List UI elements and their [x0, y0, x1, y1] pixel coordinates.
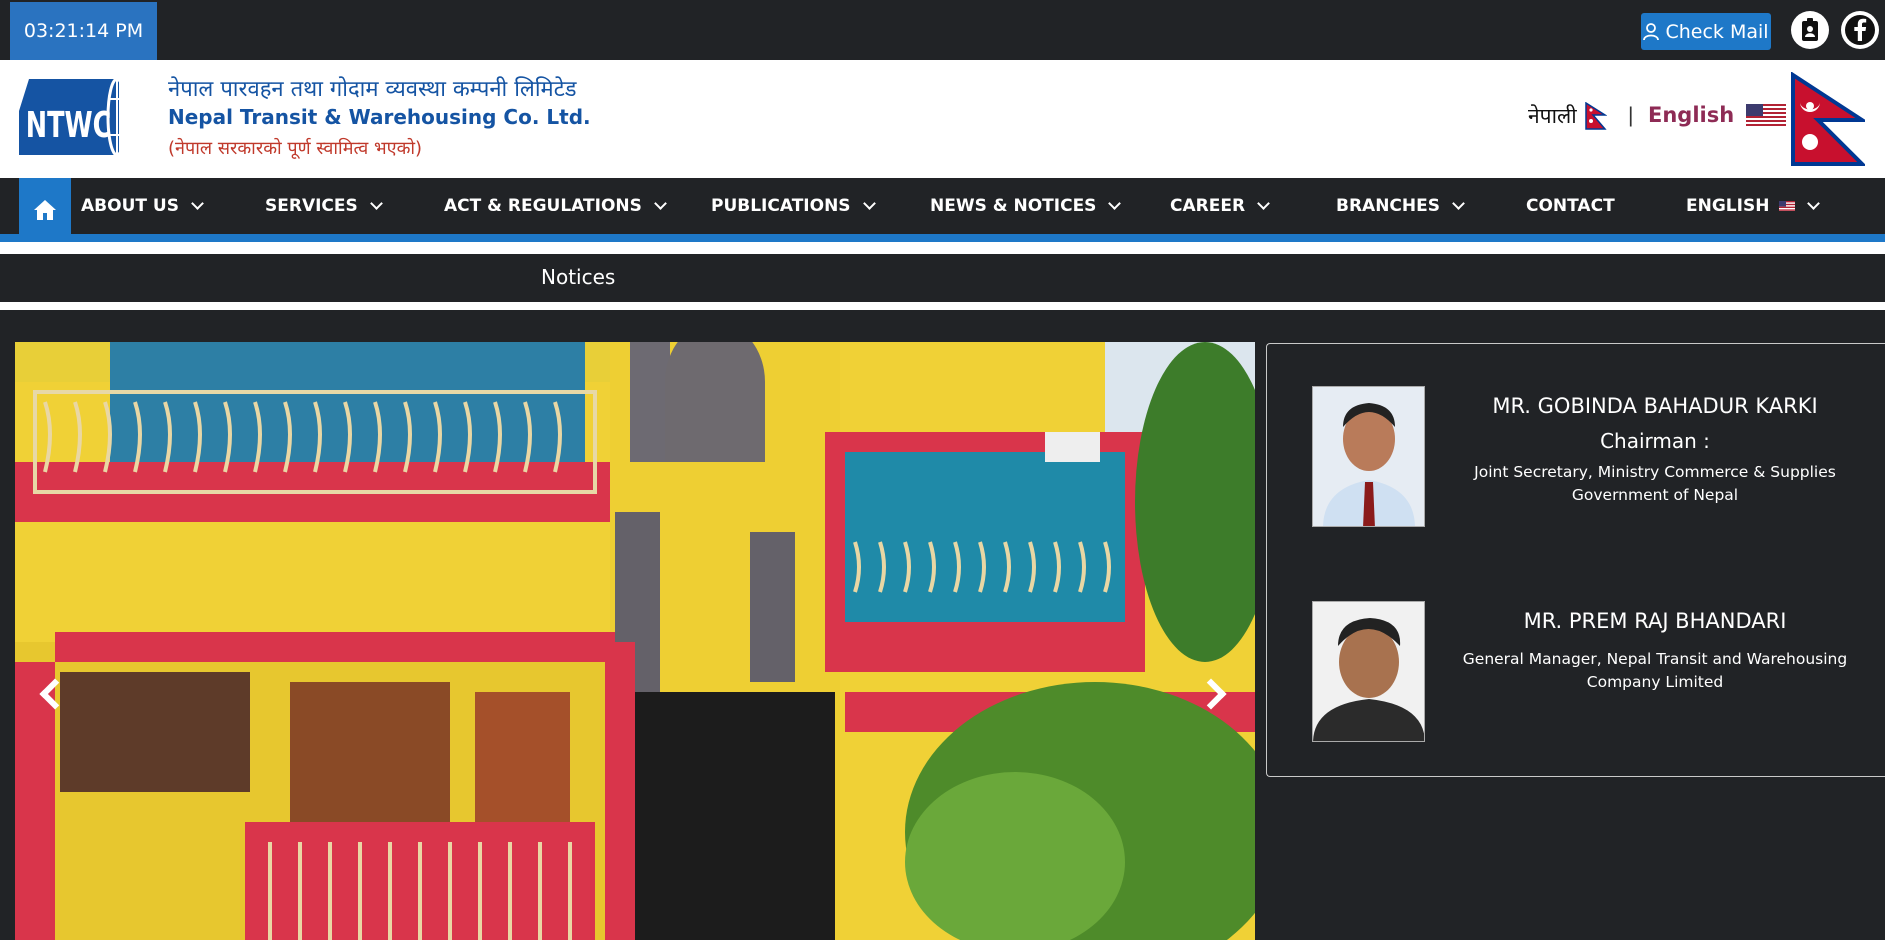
chevron-left-icon [39, 678, 71, 710]
chevron-down-icon [191, 197, 204, 210]
check-mail-label: Check Mail [1665, 20, 1769, 43]
top-bar: 03:21:14 PM Check Mail [0, 0, 1885, 60]
chevron-down-icon [1257, 197, 1270, 210]
carousel-next-button[interactable] [1191, 664, 1231, 724]
nav-label: BRANCHES [1336, 196, 1440, 216]
nav-label: ABOUT US [81, 196, 179, 216]
official-role: Chairman : [1600, 429, 1710, 453]
divider [0, 302, 1885, 310]
nav-label: NEWS & NOTICES [930, 196, 1097, 216]
notice-ticker: Notices [0, 254, 1885, 302]
home-icon [34, 200, 56, 220]
officials-panel: MR. GOBINDA BAHADUR KARKI Chairman : Joi… [1266, 343, 1885, 777]
carousel-building-image [15, 342, 1255, 940]
clock: 03:21:14 PM [10, 2, 157, 60]
nav-label: ACT & REGULATIONS [444, 196, 642, 216]
header-brand: NTWC नेपाल पारवहन तथा गोदाम व्यवस्था कम्… [0, 60, 1885, 178]
official-photo [1312, 386, 1425, 527]
language-nepali-label: नेपाली [1528, 104, 1577, 128]
nepal-flag-icon [1791, 72, 1865, 166]
nav-publications[interactable]: PUBLICATIONS [711, 178, 876, 234]
main-navigation: ABOUT US SERVICES ACT & REGULATIONS PUBL… [0, 178, 1885, 242]
language-separator: | [1628, 104, 1634, 127]
nav-services[interactable]: SERVICES [265, 178, 383, 234]
chevron-down-icon [862, 197, 876, 210]
id-badge-icon[interactable] [1791, 11, 1829, 49]
official-name: MR. GOBINDA BAHADUR KARKI [1492, 394, 1818, 418]
chevron-down-icon [1108, 197, 1122, 210]
language-english-label: English [1648, 103, 1735, 127]
nav-news-notices[interactable]: NEWS & NOTICES [930, 178, 1122, 234]
main-content: MR. GOBINDA BAHADUR KARKI Chairman : Joi… [0, 310, 1885, 940]
check-mail-button[interactable]: Check Mail [1641, 13, 1771, 50]
nav-label: ENGLISH [1686, 196, 1770, 216]
image-carousel[interactable] [15, 342, 1255, 940]
user-icon [1643, 22, 1660, 40]
org-subtitle: (नेपाल सरकारको पूर्ण स्वामित्व भएको) [168, 138, 423, 159]
chevron-down-icon [654, 197, 667, 210]
us-flag-icon [1746, 104, 1787, 126]
language-english-link[interactable]: English [1648, 103, 1787, 127]
nav-about-us[interactable]: ABOUT US [81, 178, 204, 234]
official-photo [1312, 601, 1425, 742]
chevron-down-icon [1452, 197, 1465, 210]
facebook-icon[interactable] [1841, 11, 1879, 49]
chevron-down-icon [369, 197, 383, 210]
nav-language-english[interactable]: ENGLISH [1686, 178, 1821, 234]
carousel-prev-button[interactable] [35, 664, 75, 724]
ntwc-logo[interactable]: NTWC [19, 77, 131, 157]
nepal-flag-icon [1584, 102, 1607, 130]
nav-branches[interactable]: BRANCHES [1336, 178, 1465, 234]
nav-label: PUBLICATIONS [711, 196, 851, 216]
official-name: MR. PREM RAJ BHANDARI [1523, 609, 1787, 633]
nav-career[interactable]: CAREER [1170, 178, 1270, 234]
chevron-right-icon [1195, 678, 1227, 710]
nav-contact[interactable]: CONTACT [1526, 178, 1615, 234]
org-name-english: Nepal Transit & Warehousing Co. Ltd. [168, 105, 591, 129]
official-description: General Manager, Nepal Transit and Wareh… [1462, 650, 1848, 691]
us-flag-icon [1779, 201, 1796, 211]
nav-act-regulations[interactable]: ACT & REGULATIONS [444, 178, 667, 234]
language-nepali-link[interactable]: नेपाली [1528, 102, 1607, 130]
logo-text: NTWC [26, 105, 112, 147]
nav-label: CAREER [1170, 196, 1246, 216]
org-name-nepali: नेपाल पारवहन तथा गोदाम व्यवस्था कम्पनी ल… [168, 77, 577, 102]
home-button[interactable] [19, 178, 71, 242]
official-description: Joint Secretary, Ministry Commerce & Sup… [1474, 463, 1836, 504]
nav-label: SERVICES [265, 196, 358, 216]
chevron-down-icon [1807, 197, 1821, 210]
notices-label[interactable]: Notices [541, 265, 615, 289]
nav-label: CONTACT [1526, 196, 1615, 216]
